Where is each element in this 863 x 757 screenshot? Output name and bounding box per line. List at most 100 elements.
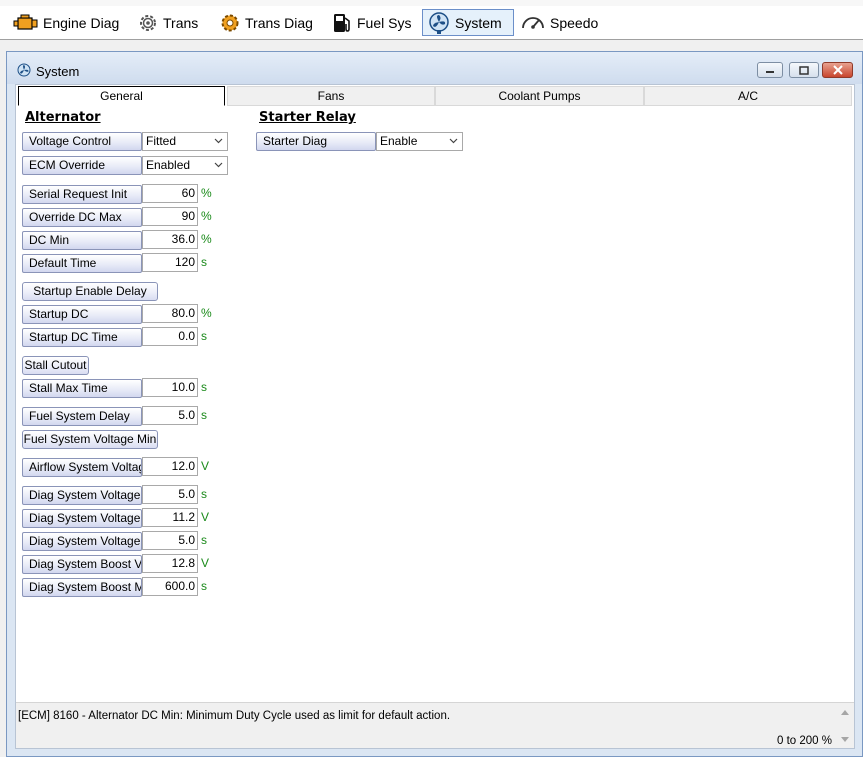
default-time-label: Default Time <box>22 254 142 273</box>
dc-min-unit: % <box>201 232 212 246</box>
diag-voltage-low-time-field[interactable]: 5.0 <box>142 531 198 550</box>
startup-dc-label: Startup DC <box>22 305 142 324</box>
close-icon <box>832 65 843 75</box>
toolbar-fuel-sys-label: Fuel Sys <box>357 14 412 31</box>
stall-max-time-label: Stall Max Time <box>22 379 142 398</box>
chevron-down-icon <box>214 162 223 168</box>
alternator-section-title: Alternator <box>25 110 101 125</box>
ecm-override-value: Enabled <box>146 158 191 172</box>
tab-coolant-pumps[interactable]: Coolant Pumps <box>435 86 644 106</box>
toolbar-spacer <box>0 40 863 50</box>
restore-button[interactable] <box>789 62 819 78</box>
diag-voltage-low-field[interactable]: 11.2 <box>142 508 198 527</box>
chevron-down-icon <box>214 138 223 144</box>
ecm-override-dropdown[interactable]: Enabled <box>142 156 228 175</box>
toolbar-speedo[interactable]: Speedo <box>515 9 605 36</box>
window-title: System <box>36 64 80 79</box>
fuel-pump-icon <box>334 13 350 32</box>
toolbar-fuel-sys[interactable]: Fuel Sys <box>326 9 418 36</box>
default-time-unit: s <box>201 255 207 269</box>
diag-voltage-low-label: Diag System Voltage Low <box>22 509 142 528</box>
system-window: System General Fans Coolant Pumps A/C Al… <box>6 51 863 757</box>
voltage-control-label: Voltage Control <box>22 132 142 151</box>
fuel-system-delay-label: Fuel System Delay <box>22 407 142 426</box>
description-scrollbar[interactable] <box>838 705 852 747</box>
minimize-icon <box>766 71 774 73</box>
override-dc-max-field[interactable]: 90 <box>142 207 198 226</box>
startup-dc-time-field[interactable]: 0.0 <box>142 327 198 346</box>
gear-icon <box>140 14 156 31</box>
startup-dc-time-label: Startup DC Time <box>22 328 142 347</box>
diag-voltage-low-unit: V <box>201 510 210 524</box>
fuel-system-voltage-min-button[interactable]: Fuel System Voltage Min <box>22 430 158 449</box>
diag-boost-voltage-unit: V <box>201 556 210 570</box>
speedometer-icon <box>522 16 544 29</box>
chevron-down-icon <box>449 138 458 144</box>
window-titlebar[interactable]: System <box>7 52 862 84</box>
serial-request-init-label: Serial Request Init <box>22 185 142 204</box>
default-time-field[interactable]: 120 <box>142 253 198 272</box>
toolbar-system[interactable]: System <box>422 9 514 36</box>
stall-max-time-field[interactable]: 10.0 <box>142 378 198 397</box>
diag-voltage-low-time-label: Diag System Voltage Low Time <box>22 532 142 551</box>
window-client-area: General Fans Coolant Pumps A/C Alternato… <box>15 84 855 749</box>
startup-dc-field[interactable]: 80.0 <box>142 304 198 323</box>
tab-general[interactable]: General <box>18 86 225 106</box>
diag-boost-voltage-label: Diag System Boost Voltage <box>22 555 142 574</box>
gear-warning-icon <box>221 14 239 31</box>
parameter-description-panel: [ECM] 8160 - Alternator DC Min: Minimum … <box>16 702 854 748</box>
diag-boost-voltage-field[interactable]: 12.8 <box>142 554 198 573</box>
airflow-system-voltage-unit: V <box>201 459 210 473</box>
main-toolbar: Engine Diag Trans Trans Diag Fuel Sys Sy… <box>0 6 863 40</box>
airflow-system-voltage-label: Airflow System Voltage Min <box>22 458 142 477</box>
tab-fans[interactable]: Fans <box>227 86 435 106</box>
close-button[interactable] <box>822 62 853 78</box>
airflow-system-voltage-field[interactable]: 12.0 <box>142 457 198 476</box>
starter-relay-section-title: Starter Relay <box>259 110 356 125</box>
override-dc-max-unit: % <box>201 209 212 223</box>
serial-request-init-field[interactable]: 60 <box>142 184 198 203</box>
minimize-button[interactable] <box>757 62 783 78</box>
dc-min-field[interactable]: 36.0 <box>142 230 198 249</box>
toolbar-trans-diag[interactable]: Trans Diag <box>214 9 320 36</box>
diag-boost-max-field[interactable]: 600.0 <box>142 577 198 596</box>
toolbar-system-label: System <box>455 14 502 31</box>
scroll-up-icon <box>841 710 849 715</box>
tab-ac[interactable]: A/C <box>644 86 852 106</box>
starter-diag-dropdown[interactable]: Enable <box>376 132 463 151</box>
diag-voltage-delay-field[interactable]: 5.0 <box>142 485 198 504</box>
ecm-override-label: ECM Override <box>22 156 142 175</box>
fuel-system-delay-field[interactable]: 5.0 <box>142 406 198 425</box>
toolbar-trans-label: Trans <box>163 14 199 31</box>
diag-voltage-low-time-unit: s <box>201 533 207 547</box>
toolbar-trans-diag-label: Trans Diag <box>245 14 313 31</box>
startup-dc-unit: % <box>201 306 212 320</box>
parameter-description: [ECM] 8160 - Alternator DC Min: Minimum … <box>18 710 451 722</box>
stall-max-time-unit: s <box>201 380 207 394</box>
startup-dc-time-unit: s <box>201 329 207 343</box>
engine-icon <box>13 14 38 30</box>
starter-diag-label: Starter Diag <box>256 132 376 151</box>
tab-strip: General Fans Coolant Pumps A/C <box>18 86 852 106</box>
scroll-down-icon <box>841 737 849 742</box>
diag-boost-max-unit: s <box>201 579 207 593</box>
dc-min-label: DC Min <box>22 231 142 250</box>
fan-icon <box>17 63 31 77</box>
override-dc-max-label: Override DC Max <box>22 208 142 227</box>
fan-icon <box>429 11 449 34</box>
starter-diag-value: Enable <box>380 134 418 148</box>
voltage-control-dropdown[interactable]: Fitted <box>142 132 228 151</box>
toolbar-trans[interactable]: Trans <box>132 9 205 36</box>
stall-cutout-button[interactable]: Stall Cutout <box>22 356 89 375</box>
restore-icon <box>799 65 809 75</box>
diag-voltage-delay-unit: s <box>201 487 207 501</box>
voltage-control-value: Fitted <box>146 134 177 148</box>
startup-enable-delay-button[interactable]: Startup Enable Delay <box>22 282 158 301</box>
toolbar-engine-diag[interactable]: Engine Diag <box>8 9 126 36</box>
toolbar-speedo-label: Speedo <box>550 14 599 31</box>
fuel-system-delay-unit: s <box>201 408 207 422</box>
serial-request-init-unit: % <box>201 186 212 200</box>
toolbar-engine-diag-label: Engine Diag <box>43 14 120 31</box>
diag-boost-max-label: Diag System Boost Max <box>22 578 142 597</box>
diag-voltage-delay-label: Diag System Voltage Delay <box>22 486 142 505</box>
